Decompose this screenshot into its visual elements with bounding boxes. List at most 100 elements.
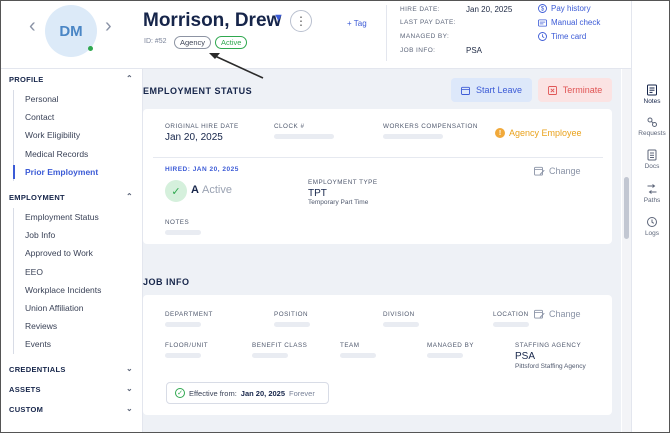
last-pay-date-label: LAST PAY DATE: [400,19,456,26]
change-label: Change [549,309,581,319]
agency-badge: Agency [174,36,212,49]
hire-date-label: HIRE DATE: [400,6,440,13]
sidebar: PROFILE ⌃ Personal Contact Work Eligibil… [1,69,143,432]
status-text: Active [202,184,232,196]
chevron-down-icon: ⌄ [125,364,133,373]
employee-name: Morrison, Drew [143,10,282,31]
sidebar-section-profile[interactable]: PROFILE ⌃ [9,74,133,84]
sidebar-item-prior-employment[interactable]: Prior Employment [12,163,98,181]
requests-icon [646,116,658,128]
sidebar-section-credentials[interactable]: CREDENTIALS ⌄ [9,364,133,374]
sidebar-item-events[interactable]: Events [14,335,101,353]
status-code: A [191,184,199,196]
avatar: DM [45,5,97,57]
logs-icon [646,216,658,228]
benefit-class-label: BENEFIT CLASS [252,342,308,349]
profile-nav: Personal Contact Work Eligibility Medica… [12,90,98,181]
sidebar-item-approved-to-work[interactable]: Approved to Work [14,244,101,262]
department-label: DEPARTMENT [165,311,213,318]
managed-by-placeholder [427,353,463,358]
staffing-agency-value: PSA [515,351,536,362]
rail-requests-label: Requests [638,130,666,137]
sidebar-item-employment-status[interactable]: Employment Status [14,208,101,226]
rail-logs[interactable]: Logs [632,216,669,237]
clock-icon [538,32,547,41]
prev-employee-icon[interactable]: ‹ [29,15,36,38]
calendar-edit-icon [534,166,545,176]
effective-dates: ✓ Effective from: Jan 20, 2025 Forever [166,382,329,404]
check-circle-icon: ✓ [175,388,185,398]
employment-nav: Employment Status Job Info Approved to W… [13,208,101,354]
sidebar-item-reviews[interactable]: Reviews [14,317,101,335]
online-status-dot [88,46,93,51]
card-divider [153,157,603,158]
section-title: PROFILE [9,75,44,84]
hire-date-value: Jan 20, 2025 [466,5,513,14]
terminate-icon [547,85,557,95]
sidebar-item-job-info[interactable]: Job Info [14,226,101,244]
pay-history-link[interactable]: $ Pay history [538,4,591,13]
sidebar-item-work-eligibility[interactable]: Work Eligibility [14,126,98,144]
department-placeholder [165,322,201,327]
next-employee-icon[interactable]: › [105,15,112,38]
location-label: LOCATION [493,311,529,318]
change-job-button[interactable]: Change [534,309,581,319]
terminate-label: Terminate [562,85,603,95]
sidebar-item-eeo[interactable]: EEO [14,263,101,281]
agency-employee-label: Agency Employee [509,128,582,138]
hired-date-label: HIRED: JAN 20, 2025 [165,166,239,173]
manual-check-link[interactable]: Manual check [538,18,600,27]
change-status-button[interactable]: Change [534,166,581,176]
team-label: TEAM [340,342,360,349]
sidebar-section-employment[interactable]: EMPLOYMENT ⌃ [9,192,133,202]
section-title: CUSTOM [9,405,44,414]
staffing-agency-label: STAFFING AGENCY [515,342,582,349]
sidebar-item-workplace-incidents[interactable]: Workplace Incidents [14,281,101,299]
rail-requests[interactable]: Requests [632,116,669,137]
rail-notes[interactable]: Notes [632,84,669,105]
original-hire-date-label: ORIGINAL HIRE DATE [165,123,239,130]
terminate-button[interactable]: Terminate [538,78,612,102]
header-divider [386,5,387,61]
vertical-scrollbar[interactable] [622,69,631,432]
docs-icon [646,149,658,161]
clock-number-label: CLOCK # [274,123,305,130]
chevron-down-icon: ⌄ [125,384,133,393]
start-leave-label: Start Leave [475,85,523,95]
scrollbar-thumb[interactable] [624,177,629,239]
dollar-icon: $ [538,4,547,13]
rail-paths[interactable]: Paths [632,183,669,204]
job-info-label: JOB INFO: [400,47,436,54]
calendar-edit-icon [534,309,545,319]
chevron-down-icon[interactable]: ▼ [273,12,284,24]
original-hire-date-value: Jan 20, 2025 [165,132,223,143]
chevron-up-icon: ⌃ [125,192,133,201]
rail-docs-label: Docs [644,163,660,170]
rail-paths-label: Paths [643,197,661,204]
section-title: ASSETS [9,385,41,394]
more-options-icon[interactable]: ⋮ [290,10,312,32]
sidebar-item-contact[interactable]: Contact [14,108,98,126]
team-placeholder [340,353,376,358]
time-card-label: Time card [551,32,587,41]
start-leave-button[interactable]: Start Leave [451,78,532,102]
status-badge: Active [215,36,248,49]
sidebar-section-assets[interactable]: ASSETS ⌄ [9,384,133,394]
time-card-link[interactable]: Time card [538,32,586,41]
effective-end-value: Forever [289,388,315,398]
sidebar-item-personal[interactable]: Personal [14,90,98,108]
sidebar-item-medical-records[interactable]: Medical Records [14,145,98,163]
paths-icon [646,183,658,195]
position-label: POSITION [274,311,309,318]
rail-docs[interactable]: Docs [632,149,669,170]
change-label: Change [549,166,581,176]
sidebar-section-custom[interactable]: CUSTOM ⌄ [9,404,133,414]
location-placeholder [493,322,529,327]
job-info-value: PSA [466,46,483,55]
division-label: DIVISION [383,311,415,318]
managed-by-label: MANAGED BY: [400,33,450,40]
employment-status-title: EMPLOYMENT STATUS [143,86,253,96]
add-tag-button[interactable]: + Tag [347,19,367,28]
sidebar-item-union-affiliation[interactable]: Union Affiliation [14,299,101,317]
chevron-down-icon: ⌄ [125,404,133,413]
